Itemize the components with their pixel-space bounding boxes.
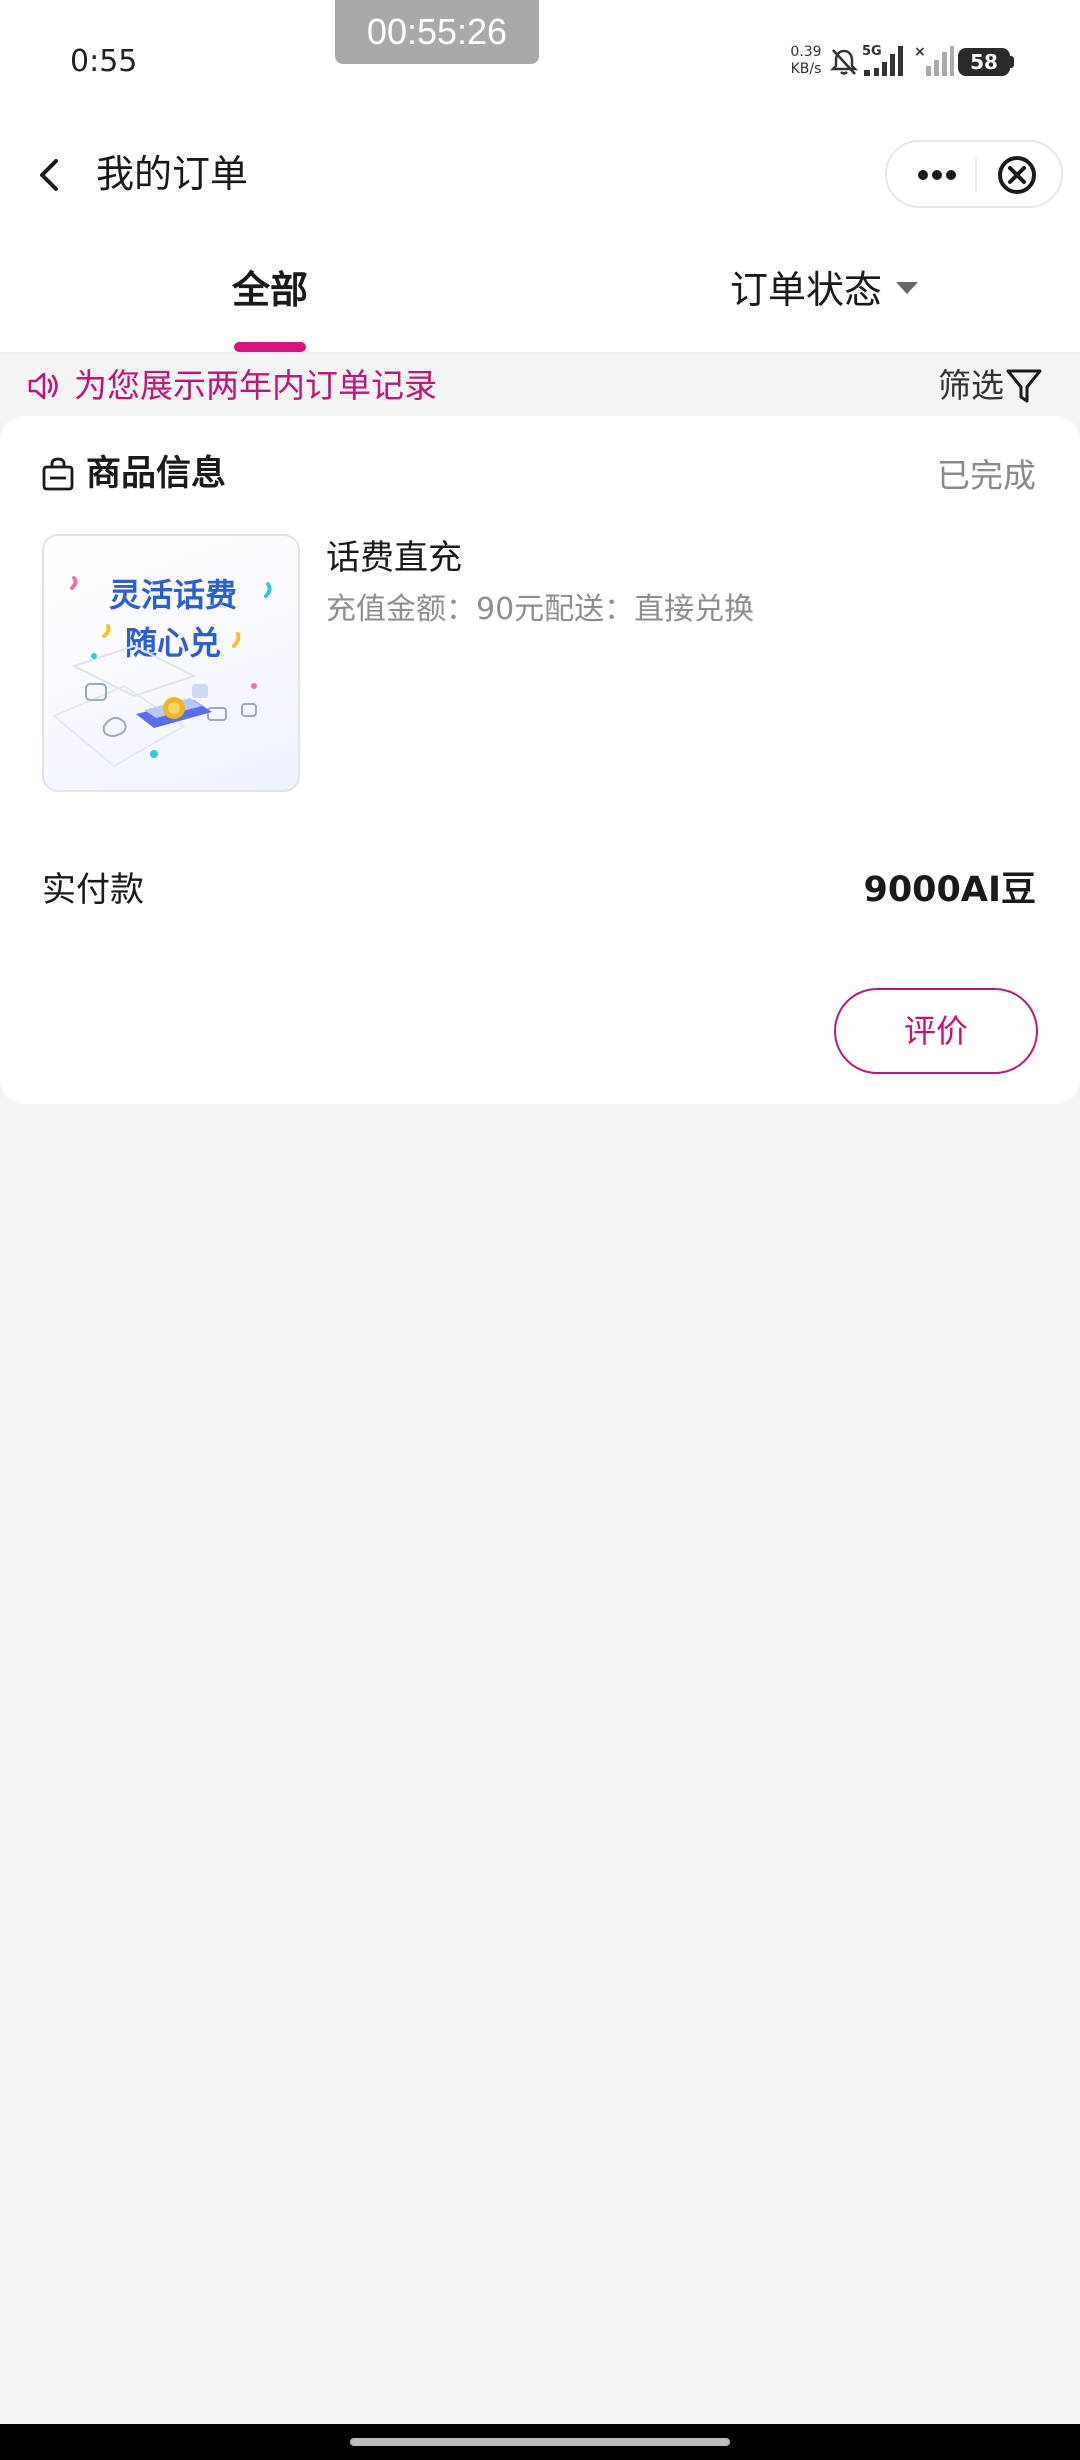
status-time: 0:55 [70,44,138,79]
mute-bell-icon [829,49,859,75]
circle-close-icon [998,156,1036,194]
status-bar: 0:55 00:55:26 0.39 KB/s 5G × 58 [0,0,1080,120]
speaker-icon [28,372,58,400]
product-detail: 充值金额：90元配送：直接兑换 [326,592,755,627]
signal-strength-secondary-icon: × [914,44,954,76]
filter-icon[interactable] [1004,366,1044,406]
capsule-divider [975,158,977,192]
review-button[interactable]: 评价 [834,988,1038,1074]
miniprogram-capsule [885,140,1063,208]
order-card[interactable]: 商品信息 已完成 灵活话费 随心兑 话费直充 充值金额：90元配送：直接兑换 实… [0,416,1080,1104]
close-miniprogram-button[interactable] [987,150,1051,200]
page-title: 我的订单 [96,152,249,196]
filter-button[interactable]: 筛选 [938,364,1004,408]
product-image[interactable]: 灵活话费 随心兑 [42,534,300,792]
tab-order-status[interactable]: 订单状态 [730,260,882,320]
back-button[interactable] [22,145,82,205]
network-speed: 0.39 KB/s [784,44,828,78]
product-name[interactable]: 话费直充 [326,534,462,582]
tab-bar: 全部 订单状态 [0,230,1080,354]
battery-indicator: 58 [958,48,1010,76]
notice-text: 为您展示两年内订单记录 [74,366,437,405]
signal-strength-icon [864,46,903,76]
paid-amount: 9000AI豆 [863,870,1036,910]
screen-recording-timer[interactable]: 00:55:26 [335,0,539,64]
paid-label: 实付款 [42,870,144,910]
gesture-navigation-area [0,2424,1080,2460]
more-button[interactable] [901,150,969,200]
battery-tip [1010,56,1014,68]
chevron-left-icon [40,159,58,191]
nav-bar: 我的订单 [0,120,1080,230]
section-title: 商品信息 [86,454,227,494]
shopping-bag-icon [42,457,74,491]
network-speed-value: 0.39 [790,44,822,60]
svg-text:×: × [914,44,926,60]
order-status: 已完成 [937,456,1036,495]
tab-all[interactable]: 全部 [200,260,340,320]
network-speed-unit: KB/s [790,61,822,77]
caret-down-icon[interactable] [896,282,918,294]
notice-row: 为您展示两年内订单记录 筛选 [0,356,1080,416]
active-tab-indicator [234,342,306,352]
ellipsis-icon [918,170,956,180]
product-illustration [52,576,272,768]
home-indicator[interactable] [350,2438,730,2446]
